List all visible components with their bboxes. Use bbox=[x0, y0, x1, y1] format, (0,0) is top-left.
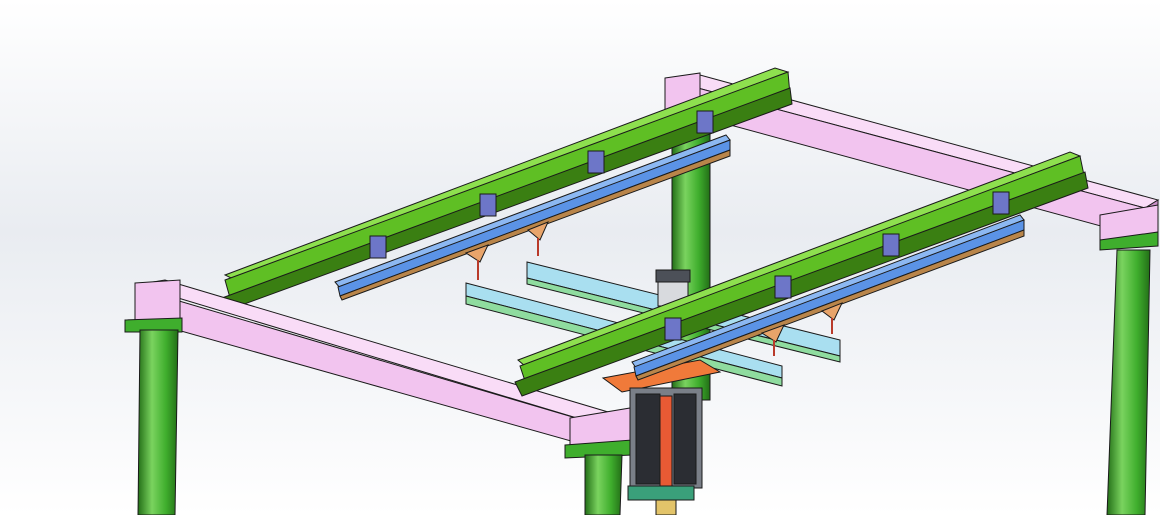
gantry-crane-model[interactable] bbox=[0, 0, 1160, 515]
column-front-center[interactable] bbox=[584, 454, 623, 515]
cad-viewport[interactable] bbox=[0, 0, 1160, 515]
column-front-left[interactable] bbox=[137, 329, 179, 515]
